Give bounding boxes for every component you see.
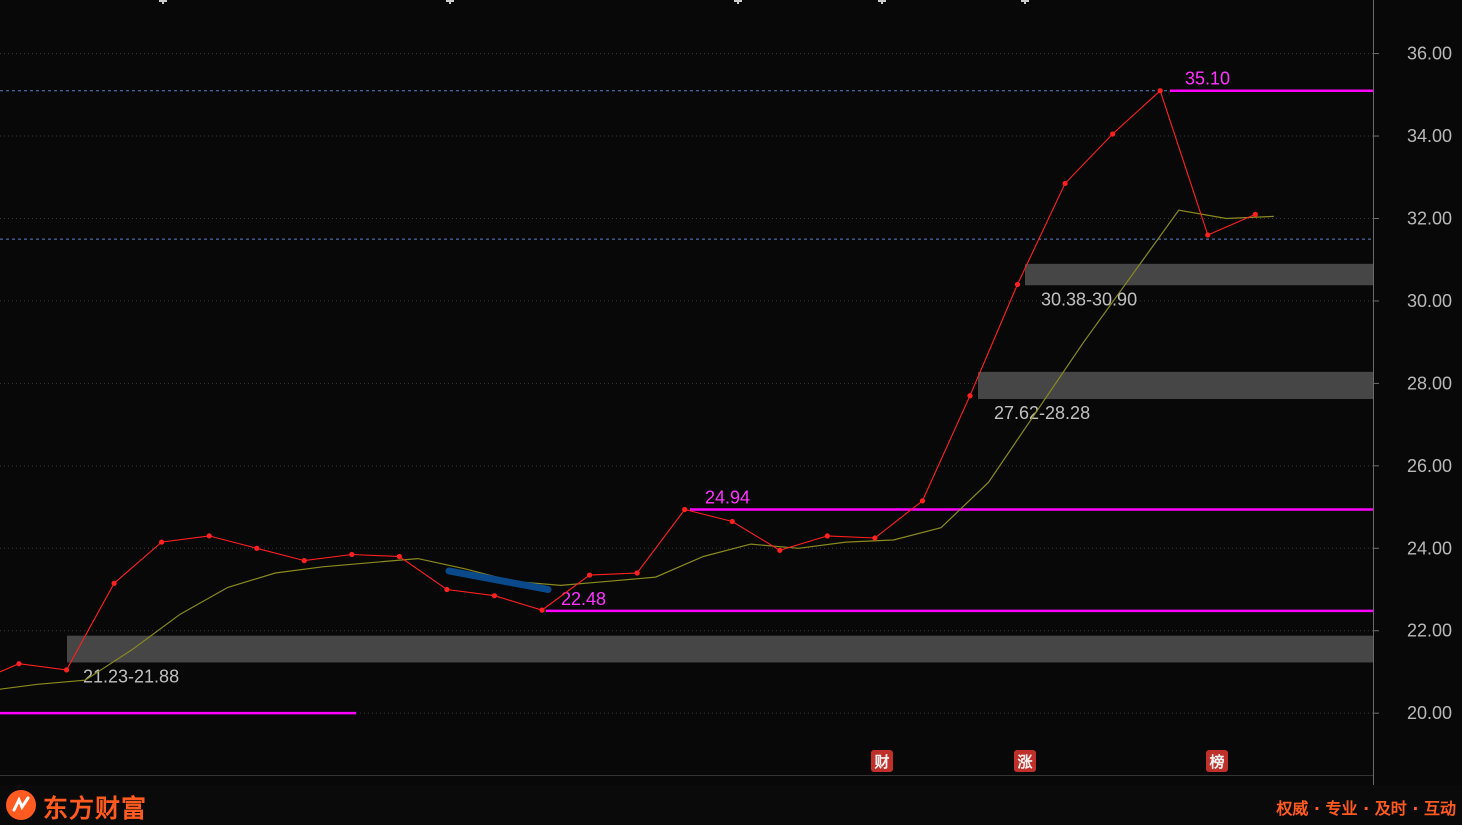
price-point bbox=[967, 393, 973, 399]
event-marker: 财 bbox=[871, 750, 893, 772]
y-tick-label: 22.00 bbox=[1407, 621, 1452, 641]
price-point bbox=[1062, 180, 1068, 187]
level-line-label: 22.48 bbox=[561, 589, 606, 609]
price-point bbox=[1110, 131, 1116, 137]
y-tick-label: 32.00 bbox=[1407, 208, 1452, 228]
top-marker bbox=[159, 0, 167, 4]
footer-bar: 东方财富 权威 · 专业 · 及时 · 互动 bbox=[0, 785, 1462, 825]
price-point bbox=[444, 586, 450, 593]
event-marker: 榜 bbox=[1206, 750, 1228, 772]
y-tick-label: 30.00 bbox=[1407, 291, 1452, 311]
event-marker-text: 榜 bbox=[1209, 753, 1224, 771]
price-point bbox=[491, 593, 498, 599]
support-zone bbox=[978, 371, 1373, 400]
price-point bbox=[919, 498, 926, 504]
support-zone-label: 30.38-30.90 bbox=[1041, 289, 1137, 309]
price-point bbox=[682, 506, 688, 513]
support-zone bbox=[67, 635, 1373, 663]
price-point bbox=[254, 545, 260, 551]
price-point bbox=[824, 533, 830, 539]
y-tick-label: 26.00 bbox=[1407, 456, 1452, 476]
top-marker bbox=[1021, 0, 1029, 4]
price-point bbox=[1252, 211, 1258, 217]
zone-layer: 21.23-21.88 27.62-28.28 30.38-30.90 bbox=[67, 263, 1373, 686]
price-point bbox=[206, 533, 212, 539]
y-tick-label: 28.00 bbox=[1407, 373, 1452, 393]
price-point bbox=[587, 572, 593, 578]
price-point bbox=[872, 535, 878, 541]
price-point bbox=[63, 667, 70, 673]
price-point bbox=[1157, 88, 1163, 94]
price-point bbox=[349, 551, 355, 558]
brand-name: 东方财富 bbox=[43, 794, 148, 823]
price-point bbox=[301, 558, 307, 564]
y-tick-label: 20.00 bbox=[1407, 703, 1452, 723]
y-tick-label: 34.00 bbox=[1407, 126, 1452, 146]
support-zone bbox=[1025, 263, 1373, 286]
price-point bbox=[396, 553, 402, 560]
price-point bbox=[539, 607, 545, 613]
support-zone-label: 27.62-28.28 bbox=[994, 403, 1090, 423]
chart-stage: 21.23-21.88 27.62-28.28 30.38-30.90 35.10 2… bbox=[0, 0, 1462, 825]
price-point bbox=[1014, 281, 1021, 288]
top-marker bbox=[734, 0, 742, 4]
event-marker-text: 涨 bbox=[1017, 753, 1032, 771]
price-point bbox=[159, 539, 165, 545]
price-point bbox=[777, 547, 783, 553]
price-point bbox=[729, 518, 735, 525]
brand-slogan: 权威 · 专业 · 及时 · 互动 bbox=[1276, 799, 1456, 818]
price-point bbox=[634, 570, 640, 576]
level-line-label: 24.94 bbox=[705, 488, 750, 508]
trend-segment bbox=[445, 567, 552, 593]
price-point bbox=[1205, 232, 1211, 238]
top-marker bbox=[446, 0, 454, 4]
brand-logo-icon bbox=[6, 790, 36, 820]
level-line-label: 35.10 bbox=[1185, 69, 1230, 89]
event-marker: 涨 bbox=[1014, 750, 1036, 772]
price-point bbox=[111, 580, 117, 586]
price-chart[interactable]: 21.23-21.88 27.62-28.28 30.38-30.90 35.10 2… bbox=[0, 0, 1462, 785]
y-tick-label: 36.00 bbox=[1407, 44, 1452, 64]
price-point bbox=[16, 661, 22, 667]
event-marker-text: 财 bbox=[874, 753, 889, 771]
top-marker bbox=[878, 0, 886, 4]
y-tick-label: 24.00 bbox=[1407, 538, 1452, 558]
support-zone-label: 21.23-21.88 bbox=[83, 666, 179, 686]
